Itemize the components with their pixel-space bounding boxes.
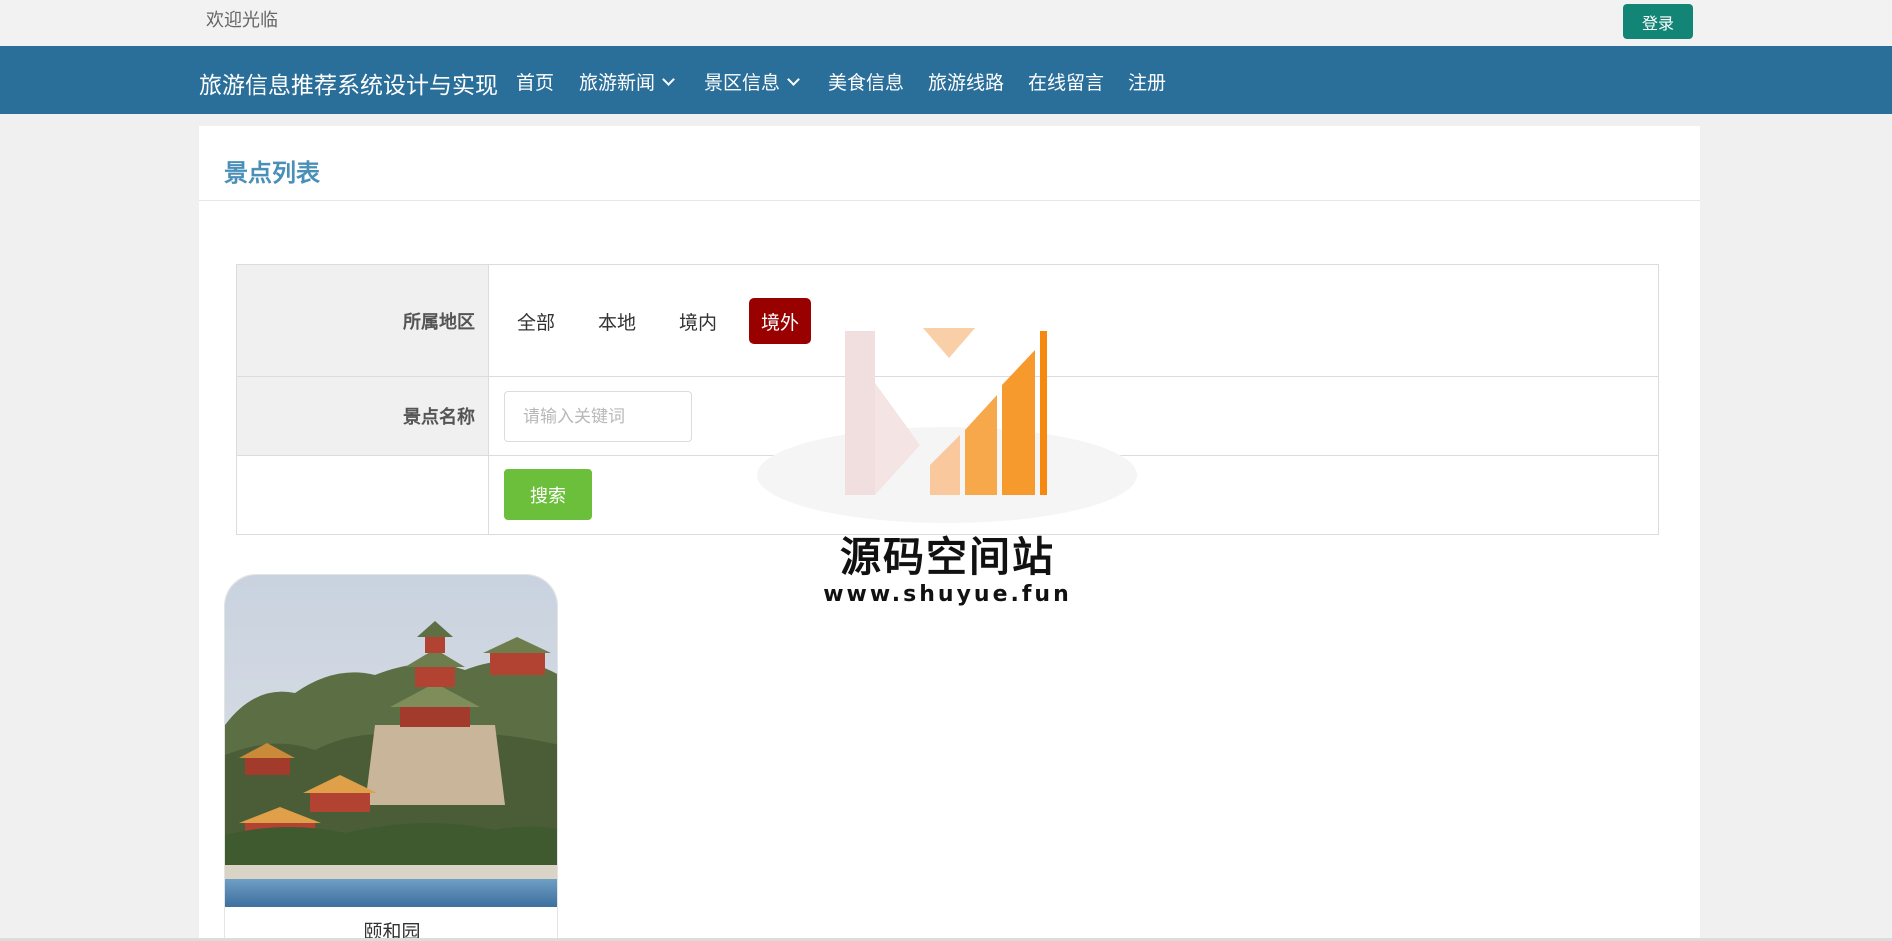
scenic-card[interactable]: 颐和园 <box>224 574 558 941</box>
site-brand[interactable]: 旅游信息推荐系统设计与实现 <box>199 66 498 100</box>
scenic-photo <box>225 575 557 907</box>
name-label: 景点名称 <box>237 377 489 455</box>
nav-home[interactable]: 首页 <box>516 68 554 95</box>
nav-travel-routes-label: 旅游线路 <box>928 72 1005 94</box>
login-button[interactable]: 登录 <box>1623 4 1693 39</box>
watermark-title: 源码空间站 <box>840 533 1055 581</box>
nav-scenic-info[interactable]: 景区信息 <box>704 68 800 95</box>
region-option-local[interactable]: 本地 <box>588 298 646 344</box>
title-divider <box>199 200 1700 201</box>
keyword-input[interactable] <box>504 391 692 442</box>
nav-register-label: 注册 <box>1128 72 1167 94</box>
nav-travel-routes[interactable]: 旅游线路 <box>928 68 1004 95</box>
nav-home-label: 首页 <box>516 72 555 94</box>
region-label: 所属地区 <box>237 265 489 376</box>
nav-online-message[interactable]: 在线留言 <box>1028 68 1104 95</box>
watermark-logo <box>757 328 1137 523</box>
main-navbar: 旅游信息推荐系统设计与实现 首页 旅游新闻 景区信息 美食信息 旅游线路 在线留… <box>0 46 1892 114</box>
region-option-domestic[interactable]: 境内 <box>669 298 727 344</box>
watermark-url: www.shuyue.fun <box>823 582 1072 607</box>
nav-scenic-info-label: 景区信息 <box>704 72 781 94</box>
nav-travel-news[interactable]: 旅游新闻 <box>579 68 675 95</box>
chevron-down-icon <box>662 73 675 86</box>
search-button[interactable]: 搜索 <box>504 469 592 520</box>
region-option-all[interactable]: 全部 <box>507 298 565 344</box>
chevron-down-icon <box>787 73 800 86</box>
nav-food-info-label: 美食信息 <box>828 72 905 94</box>
nav-travel-news-label: 旅游新闻 <box>579 72 656 94</box>
watermark: 源码空间站 www.shuyue.fun <box>745 325 1150 620</box>
nav-online-message-label: 在线留言 <box>1028 72 1105 94</box>
nav-register[interactable]: 注册 <box>1128 68 1166 95</box>
top-bar: 欢迎光临 登录 <box>0 0 1892 46</box>
page-title: 景点列表 <box>224 159 320 187</box>
search-row-label-cell <box>237 456 489 534</box>
welcome-text: 欢迎光临 <box>206 10 278 31</box>
nav-food-info[interactable]: 美食信息 <box>828 68 904 95</box>
